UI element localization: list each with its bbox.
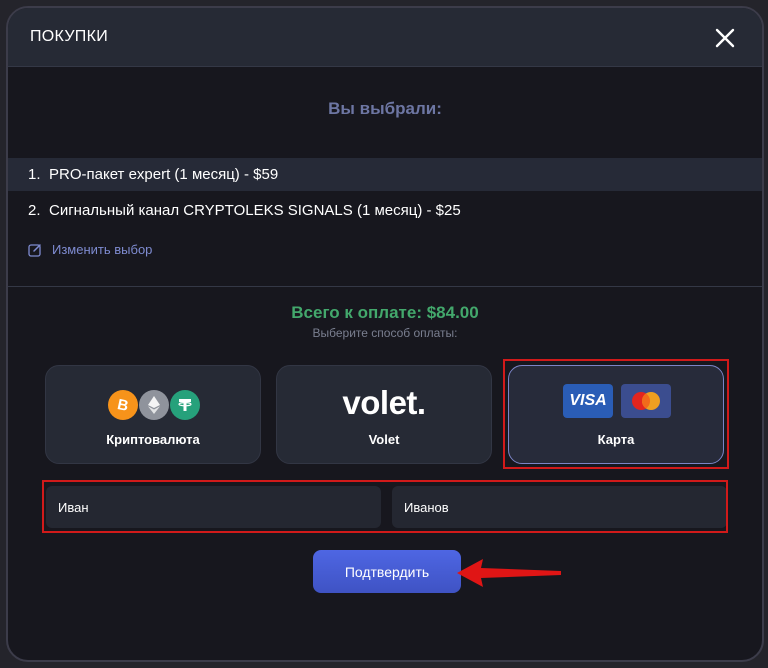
payment-method-prompt: Выберите способ оплаты: (312, 326, 458, 340)
divider (8, 286, 762, 287)
tether-icon (170, 390, 200, 420)
first-name-field[interactable] (46, 486, 381, 528)
volet-logo: volet. (277, 384, 491, 422)
confirm-button[interactable]: Подтвердить (313, 550, 461, 593)
order-item: 1. PRO-пакет expert (1 месяц) - $59 (8, 158, 762, 191)
purchase-modal: ПОКУПКИ Вы выбрали: 1. PRO-пакет expert (… (6, 6, 764, 662)
order-item-number: 2. (28, 202, 41, 219)
close-button[interactable] (714, 27, 736, 49)
ethereum-icon (139, 390, 169, 420)
close-icon (715, 28, 735, 48)
selected-heading: Вы выбрали: (328, 99, 442, 118)
order-item-text: PRO-пакет expert (1 месяц) - $59 (49, 166, 279, 183)
arrow-annotation-icon (457, 559, 561, 587)
payment-method-volet[interactable]: volet. Volet (276, 365, 492, 464)
bitcoin-icon: B (108, 390, 138, 420)
payment-method-label: Volet (368, 432, 400, 447)
visa-icon: VISA (563, 384, 613, 418)
volet-logo-text: volet (342, 384, 417, 421)
edit-selection-label: Изменить выбор (52, 242, 153, 257)
visa-icon-text: VISA (569, 392, 607, 409)
modal-title: ПОКУПКИ (30, 28, 109, 45)
payment-method-label: Криптовалюта (106, 432, 200, 447)
order-item-text: Сигнальный канал CRYPTOLEKS SIGNALS (1 м… (49, 202, 461, 219)
last-name-field[interactable] (392, 486, 727, 528)
order-item: 2. Сигнальный канал CRYPTOLEKS SIGNALS (1… (8, 194, 762, 227)
payment-method-crypto[interactable]: B Криптовалюта (45, 365, 261, 464)
svg-text:B: B (116, 396, 130, 414)
payment-method-card[interactable]: VISA Карта (508, 365, 724, 464)
volet-logo-dot: . (416, 384, 426, 421)
mastercard-icon (621, 384, 671, 418)
modal-header: ПОКУПКИ (8, 8, 762, 67)
order-item-number: 1. (28, 166, 41, 183)
edit-icon (28, 243, 41, 257)
total-amount: Всего к оплате: $84.00 (291, 303, 479, 322)
edit-selection-link[interactable]: Изменить выбор (28, 242, 152, 257)
payment-method-label: Карта (597, 432, 635, 447)
